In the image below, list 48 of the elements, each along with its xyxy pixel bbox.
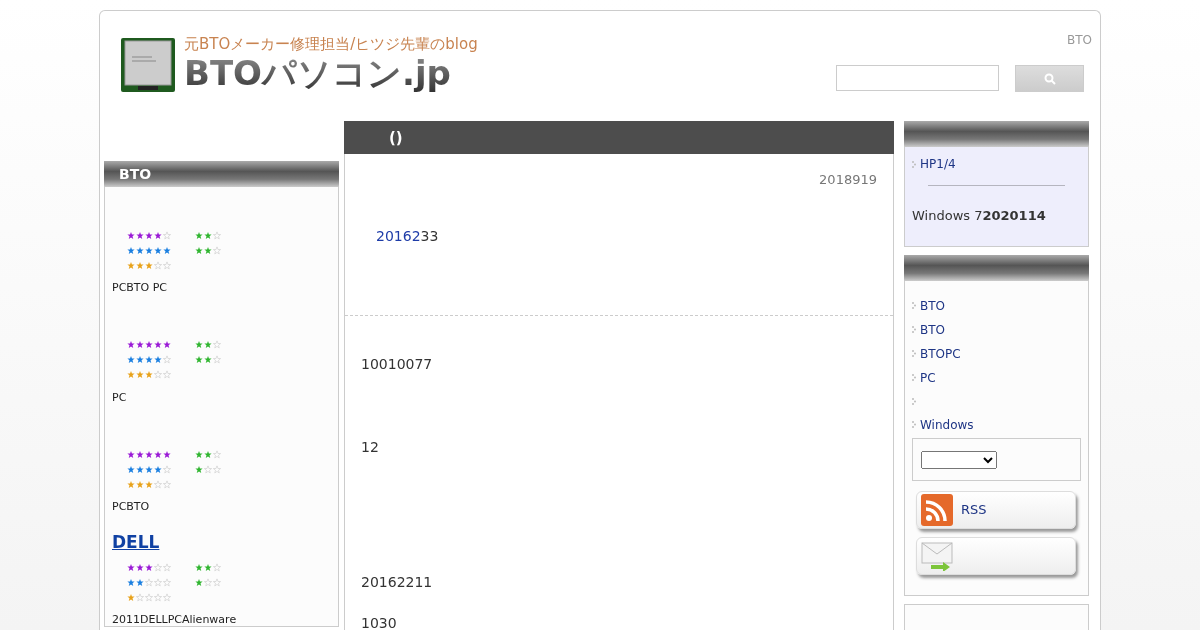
empty-star-icon xyxy=(213,340,221,349)
envelope-icon xyxy=(921,541,955,571)
product-caption: 2011DELLPCAlienware xyxy=(112,612,238,628)
paragraph-text: 10010077 xyxy=(361,354,434,374)
empty-star-icon xyxy=(213,562,221,572)
sidebar-link[interactable]: BTO xyxy=(920,296,945,315)
product-caption: PCBTO PC xyxy=(112,280,169,296)
empty-star-icon xyxy=(163,355,171,364)
search-button[interactable] xyxy=(1015,65,1084,92)
empty-star-icon xyxy=(163,230,171,240)
mail-button[interactable] xyxy=(916,537,1076,575)
empty-star-icon xyxy=(163,464,171,474)
paragraph-text: 12 xyxy=(361,437,380,457)
bullet-icon xyxy=(912,421,916,428)
article-title-bar: () xyxy=(344,121,894,154)
site-tagline: 元BTOメーカー修理担当/ヒツジ先輩のblog xyxy=(184,37,478,52)
bullet-icon xyxy=(912,350,916,357)
search-icon xyxy=(1043,73,1056,86)
product-caption: PC xyxy=(112,389,128,406)
bullet-icon xyxy=(912,160,916,168)
rss-feed-icon xyxy=(921,494,953,526)
intro-link[interactable]: 20162 xyxy=(376,227,421,244)
intro-text: 2016233 xyxy=(376,227,439,244)
cpu-chip-icon xyxy=(120,37,176,93)
paragraph-text: 1030 xyxy=(361,613,398,630)
paragraph-text: 20162211 xyxy=(361,572,434,592)
bullet-icon xyxy=(912,374,916,381)
sidebar-link[interactable]: PC xyxy=(920,368,936,387)
bullet-icon xyxy=(912,397,916,405)
sidebar-link[interactable]: Windows xyxy=(920,415,974,434)
notice-text: Windows 72020114 xyxy=(912,207,1047,225)
bullet-icon xyxy=(912,326,916,333)
empty-star-icon xyxy=(213,355,221,364)
empty-star-icon xyxy=(213,449,221,459)
category-dropdown[interactable] xyxy=(921,451,997,469)
sidebar-link[interactable]: BTO xyxy=(920,320,945,339)
post-date: 2018919 xyxy=(819,171,877,189)
empty-star-icon xyxy=(213,230,221,240)
empty-star-icon xyxy=(213,245,221,255)
product-caption: PCBTO xyxy=(112,499,151,515)
brand-heading-link[interactable]: DELL xyxy=(112,529,331,555)
panel-header: BTO xyxy=(104,161,339,187)
sidebar-link[interactable]: BTOPC xyxy=(920,344,961,363)
notice-link[interactable]: HP1/4 xyxy=(920,155,956,173)
search-field[interactable] xyxy=(836,65,999,91)
header-label: BTO xyxy=(1067,32,1092,49)
rss-button[interactable]: RSS xyxy=(916,491,1076,529)
bullet-icon xyxy=(912,302,916,309)
